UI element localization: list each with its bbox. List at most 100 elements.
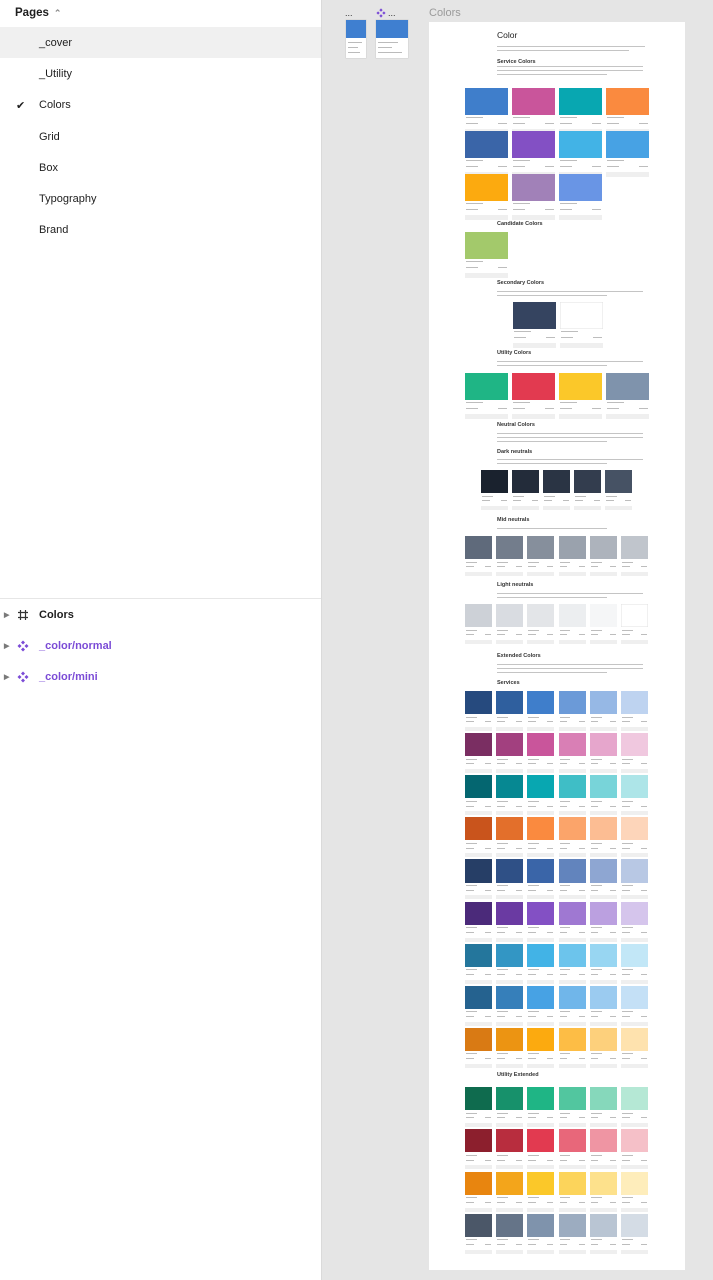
color-swatch[interactable] (621, 859, 648, 900)
layer-item[interactable]: ▶ Colors (0, 599, 321, 630)
color-swatch[interactable] (527, 733, 555, 774)
color-swatch[interactable] (589, 1129, 617, 1170)
color-swatch[interactable] (621, 604, 648, 644)
thumbnail-normal[interactable] (346, 20, 366, 58)
color-swatch[interactable] (621, 1027, 648, 1068)
caret-right-icon[interactable]: ▶ (4, 642, 9, 650)
color-swatch[interactable] (496, 1171, 524, 1212)
color-swatch[interactable] (606, 131, 649, 177)
color-swatch[interactable] (558, 691, 586, 731)
color-swatch[interactable] (589, 1027, 617, 1068)
color-swatch[interactable] (527, 1213, 555, 1254)
color-swatch[interactable] (496, 943, 524, 984)
page-item[interactable]: Typography (0, 183, 321, 214)
color-swatch[interactable] (558, 901, 586, 942)
color-swatch[interactable] (465, 733, 492, 774)
frame-label[interactable]: Colors (429, 7, 461, 19)
color-swatch[interactable] (589, 1087, 617, 1127)
color-swatch[interactable] (481, 470, 508, 510)
color-swatch[interactable] (527, 775, 555, 816)
color-swatch[interactable] (465, 859, 492, 900)
color-swatch[interactable] (465, 232, 508, 278)
color-swatch[interactable] (621, 817, 648, 858)
color-swatch[interactable] (527, 536, 555, 576)
color-swatch[interactable] (559, 88, 602, 134)
pages-header[interactable]: Pages ⌃ (15, 4, 61, 22)
color-swatch[interactable] (465, 1027, 492, 1068)
color-swatch[interactable] (465, 817, 492, 858)
color-swatch[interactable] (589, 536, 617, 576)
color-swatch[interactable] (496, 1087, 524, 1127)
color-swatch[interactable] (496, 1027, 524, 1068)
caret-right-icon[interactable]: ▶ (4, 611, 9, 619)
color-swatch[interactable] (527, 604, 555, 644)
color-swatch[interactable] (621, 985, 648, 1026)
color-swatch[interactable] (465, 604, 492, 644)
color-swatch[interactable] (527, 943, 555, 984)
color-swatch[interactable] (606, 88, 649, 134)
chevron-up-icon[interactable]: ⌃ (54, 8, 62, 19)
color-swatch[interactable] (621, 943, 648, 984)
color-swatch[interactable] (496, 859, 524, 900)
color-swatch[interactable] (465, 174, 508, 220)
color-swatch[interactable] (606, 373, 649, 419)
color-swatch[interactable] (589, 604, 617, 644)
color-swatch[interactable] (558, 604, 586, 644)
color-swatch[interactable] (621, 1087, 648, 1127)
color-swatch[interactable] (527, 1087, 555, 1127)
color-swatch[interactable] (527, 901, 555, 942)
color-swatch[interactable] (496, 901, 524, 942)
color-swatch[interactable] (512, 131, 555, 177)
color-swatch[interactable] (512, 88, 555, 134)
color-swatch[interactable] (465, 373, 508, 419)
color-swatch[interactable] (621, 1129, 648, 1170)
color-swatch[interactable] (589, 1171, 617, 1212)
color-swatch[interactable] (558, 1129, 586, 1170)
color-swatch[interactable] (465, 691, 492, 731)
color-swatch[interactable] (465, 943, 492, 984)
color-swatch[interactable] (558, 775, 586, 816)
color-swatch[interactable] (574, 470, 601, 510)
color-swatch[interactable] (560, 302, 603, 348)
color-swatch[interactable] (559, 373, 602, 419)
color-swatch[interactable] (527, 817, 555, 858)
color-swatch[interactable] (589, 1213, 617, 1254)
page-item[interactable]: Brand (0, 215, 321, 246)
color-swatch[interactable] (496, 604, 524, 644)
color-swatch[interactable] (543, 470, 570, 510)
color-swatch[interactable] (589, 733, 617, 774)
canvas[interactable]: ... ... Colors Color Service Colors Candi… (321, 0, 713, 1280)
color-swatch[interactable] (496, 733, 524, 774)
color-swatch[interactable] (465, 985, 492, 1026)
color-swatch[interactable] (589, 691, 617, 731)
color-swatch[interactable] (465, 1171, 492, 1212)
color-swatch[interactable] (512, 174, 555, 220)
color-swatch[interactable] (621, 775, 648, 816)
color-swatch[interactable] (621, 691, 648, 731)
page-item[interactable]: _Utility (0, 58, 321, 89)
color-swatch[interactable] (558, 817, 586, 858)
color-swatch[interactable] (621, 536, 648, 576)
color-swatch[interactable] (527, 985, 555, 1026)
color-swatch[interactable] (465, 536, 492, 576)
color-swatch[interactable] (589, 859, 617, 900)
color-swatch[interactable] (621, 733, 648, 774)
color-swatch[interactable] (465, 775, 492, 816)
page-item[interactable]: _cover (0, 27, 321, 59)
page-item[interactable]: ✔ Colors (0, 90, 321, 121)
color-swatch[interactable] (465, 1213, 492, 1254)
color-swatch[interactable] (589, 775, 617, 816)
color-swatch[interactable] (512, 373, 555, 419)
color-swatch[interactable] (496, 536, 524, 576)
color-swatch[interactable] (559, 131, 602, 177)
color-swatch[interactable] (558, 1087, 586, 1127)
color-swatch[interactable] (512, 470, 539, 510)
color-swatch[interactable] (465, 1087, 492, 1127)
layer-item[interactable]: ▶ _color/mini (0, 662, 321, 693)
thumbnail-mini[interactable] (376, 20, 408, 58)
layer-item[interactable]: ▶ _color/normal (0, 630, 321, 661)
color-swatch[interactable] (605, 470, 632, 510)
color-swatch[interactable] (589, 901, 617, 942)
color-swatch[interactable] (496, 1213, 524, 1254)
color-swatch[interactable] (621, 1171, 648, 1212)
